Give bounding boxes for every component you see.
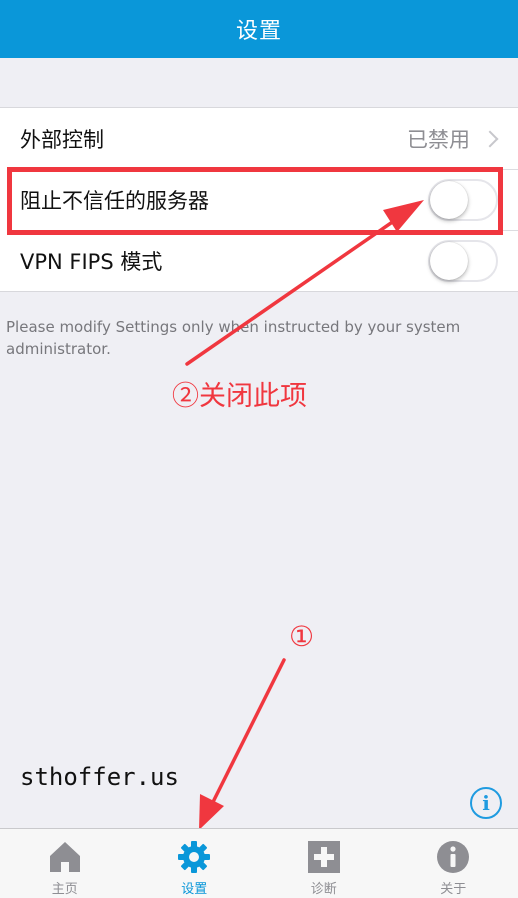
tab-home-label: 主页	[51, 882, 78, 897]
info-icon[interactable]: i	[470, 787, 502, 819]
tab-diagnostics[interactable]: 诊断	[259, 829, 389, 898]
annotation-step-2: ②关闭此项	[172, 381, 307, 412]
home-icon	[49, 842, 80, 872]
tab-bar: 主页 设置 诊断 关于	[0, 828, 518, 898]
watermark-text: sthoffer.us	[20, 763, 179, 791]
tab-about-label: 关于	[440, 882, 467, 897]
tab-settings-label: 设置	[181, 882, 208, 897]
tab-about[interactable]: 关于	[389, 829, 518, 898]
info-circle-icon	[437, 841, 470, 873]
tab-settings[interactable]: 设置	[130, 829, 260, 898]
plus-box-icon	[307, 841, 340, 873]
tab-diagnostics-label: 诊断	[310, 882, 337, 897]
tab-home[interactable]: 主页	[0, 829, 130, 898]
annotation-step-1: ①	[289, 620, 315, 653]
arrow-to-toggle	[185, 200, 424, 366]
gear-icon	[178, 841, 211, 873]
arrow-to-settings-tab	[199, 658, 286, 830]
info-glyph: i	[482, 791, 490, 815]
